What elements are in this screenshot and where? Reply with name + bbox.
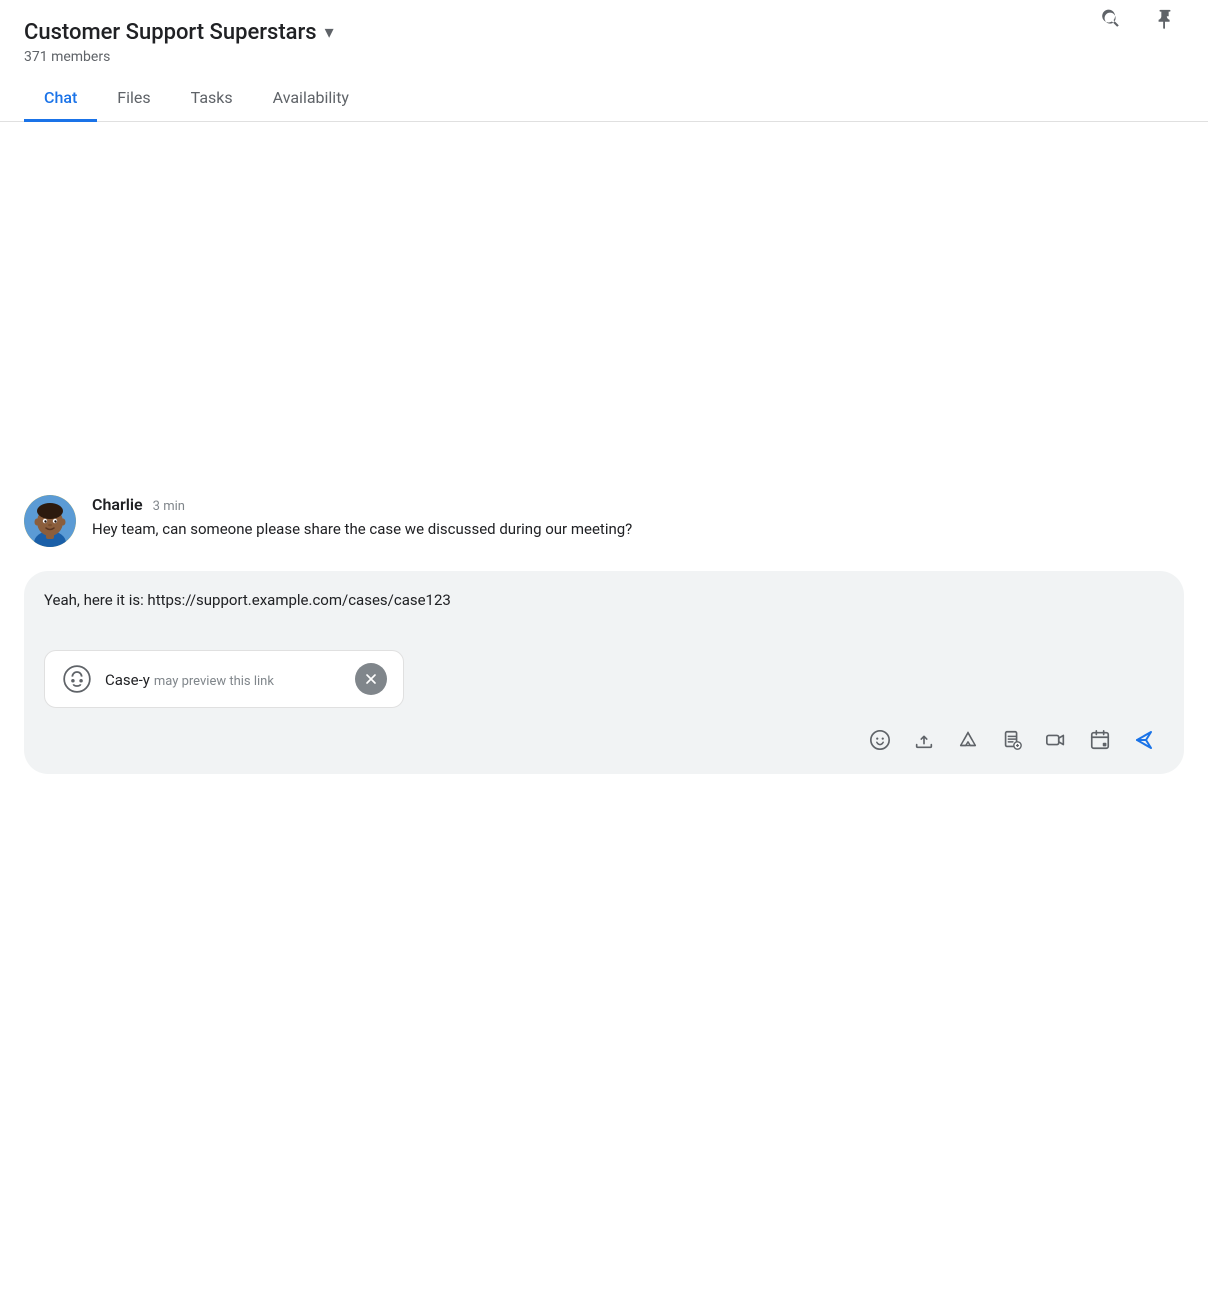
- message-content: Charlie 3 min Hey team, can someone plea…: [92, 495, 1184, 541]
- tabs: Chat Files Tasks Availability: [24, 77, 1184, 121]
- drive-button[interactable]: [948, 720, 988, 760]
- message-item: Charlie 3 min Hey team, can someone plea…: [24, 495, 1184, 547]
- compose-area: Case-y may preview this link: [24, 571, 1184, 774]
- link-preview-card: Case-y may preview this link: [44, 650, 404, 708]
- emoji-icon: [869, 729, 891, 751]
- message-time: 3 min: [153, 499, 185, 514]
- calendar-icon: [1089, 729, 1111, 751]
- send-icon: [1132, 728, 1156, 752]
- link-preview-may-preview: may preview this link: [154, 674, 274, 689]
- link-preview-name: Case-y: [105, 671, 150, 689]
- dropdown-icon[interactable]: ▾: [325, 22, 334, 43]
- link-icon: [61, 663, 93, 695]
- avatar: [24, 495, 76, 547]
- upload-icon: [913, 729, 935, 751]
- header-top: Customer Support Superstars ▾: [24, 20, 1184, 45]
- message-text: Hey team, can someone please share the c…: [92, 518, 1184, 541]
- header: Customer Support Superstars ▾ 371 member…: [0, 0, 1208, 122]
- video-button[interactable]: [1036, 720, 1076, 760]
- video-icon: [1045, 729, 1067, 751]
- note-button[interactable]: [992, 720, 1032, 760]
- send-button[interactable]: [1124, 720, 1164, 760]
- sender-name: Charlie: [92, 495, 143, 514]
- avatar-image: [24, 495, 76, 547]
- emoji-button[interactable]: [860, 720, 900, 760]
- tab-availability[interactable]: Availability: [253, 78, 369, 122]
- pin-icon: [1154, 8, 1176, 30]
- search-icon: [1100, 8, 1122, 30]
- message-list: Charlie 3 min Hey team, can someone plea…: [0, 146, 1208, 555]
- header-actions: [1092, 0, 1184, 38]
- title-row: Customer Support Superstars ▾: [24, 20, 334, 45]
- link-preview-left: Case-y may preview this link: [61, 663, 274, 695]
- close-icon: [363, 671, 379, 687]
- case-icon: [63, 665, 91, 693]
- tab-chat[interactable]: Chat: [24, 78, 97, 122]
- search-button[interactable]: [1092, 0, 1130, 38]
- upload-button[interactable]: [904, 720, 944, 760]
- note-icon: [1001, 729, 1023, 751]
- chat-area: Charlie 3 min Hey team, can someone plea…: [0, 122, 1208, 822]
- tab-tasks[interactable]: Tasks: [171, 78, 253, 122]
- link-dismiss-button[interactable]: [355, 663, 387, 695]
- message-header: Charlie 3 min: [92, 495, 1184, 514]
- group-title: Customer Support Superstars: [24, 20, 317, 45]
- tab-files[interactable]: Files: [97, 78, 170, 122]
- compose-toolbar: [44, 720, 1164, 760]
- members-count: 371 members: [24, 49, 1184, 65]
- link-preview-info: Case-y may preview this link: [105, 670, 274, 689]
- drive-icon: [957, 729, 979, 751]
- pin-button[interactable]: [1146, 0, 1184, 38]
- compose-input[interactable]: [44, 589, 1164, 634]
- calendar-button[interactable]: [1080, 720, 1120, 760]
